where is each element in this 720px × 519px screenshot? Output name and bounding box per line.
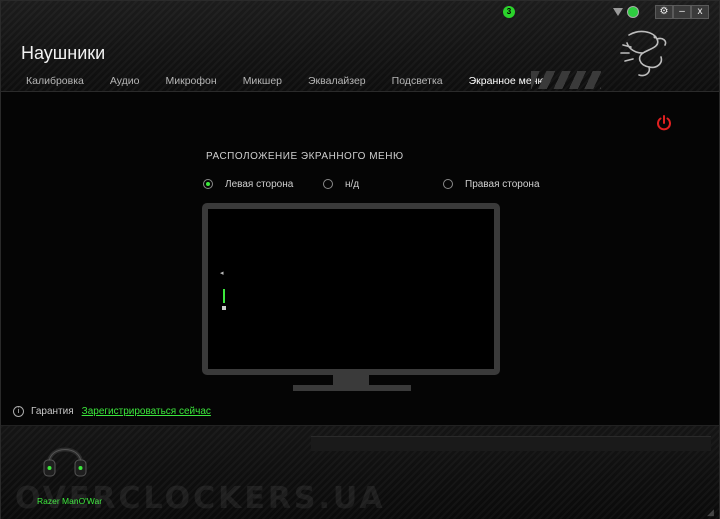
notification-badge[interactable]: 3 <box>503 6 515 18</box>
tab-microphone[interactable]: Микрофон <box>153 72 230 90</box>
monitor-base <box>293 385 411 391</box>
osd-level-bar <box>223 289 225 303</box>
radio-label: Правая сторона <box>465 178 540 190</box>
watermark: OVERCLOCKERS.UA <box>15 481 386 516</box>
razer-logo <box>620 30 667 77</box>
tab-equalizer[interactable]: Эквалайзер <box>295 72 379 90</box>
minimize-icon: – <box>679 6 685 17</box>
tab-lighting[interactable]: Подсветка <box>379 72 456 90</box>
warranty-row: i Гарантия Зарегистрироваться сейчас <box>13 405 211 417</box>
settings-button[interactable]: ⚙ <box>655 5 673 19</box>
osd-position-title: РАСПОЛОЖЕНИЕ ЭКРАННОГО МЕНЮ <box>206 151 404 162</box>
close-button[interactable]: x <box>691 5 709 19</box>
app-window: Наушники 3 ⚙ – x Калибровка Аудио Микроф… <box>0 0 720 519</box>
tab-audio[interactable]: Аудио <box>97 72 153 90</box>
radio-indicator[interactable] <box>323 179 333 189</box>
radio-indicator[interactable] <box>443 179 453 189</box>
tab-calibration[interactable]: Калибровка <box>13 72 97 90</box>
resize-grip[interactable]: ◢ <box>707 507 714 518</box>
warranty-label: Гарантия <box>31 405 74 417</box>
radio-indicator[interactable] <box>203 179 213 189</box>
footer-band <box>311 436 711 451</box>
minimize-button[interactable]: – <box>673 5 691 19</box>
radio-right-side[interactable]: Правая сторона <box>443 177 540 191</box>
tab-bar: Калибровка Аудио Микрофон Микшер Эквалай… <box>13 72 558 90</box>
power-icon[interactable] <box>655 114 673 132</box>
sync-icon[interactable] <box>627 6 639 18</box>
register-now-link[interactable]: Зарегистрироваться сейчас <box>82 406 211 417</box>
close-icon: x <box>697 6 703 17</box>
headset-icon[interactable] <box>41 433 89 481</box>
info-icon: i <box>13 405 24 417</box>
header: Наушники 3 ⚙ – x Калибровка Аудио Микроф… <box>1 1 719 92</box>
radio-na[interactable]: н/д <box>323 177 359 191</box>
gear-icon: ⚙ <box>659 6 669 17</box>
radio-left-side[interactable]: Левая сторона <box>203 177 293 191</box>
osd-volume-icon: ◂ <box>220 270 224 277</box>
monitor-preview <box>202 203 500 375</box>
page-title: Наушники <box>21 43 106 63</box>
radio-label: н/д <box>345 178 360 190</box>
tab-mixer[interactable]: Микшер <box>230 72 295 90</box>
radio-label: Левая сторона <box>225 178 294 190</box>
decorative-stripes <box>531 71 601 89</box>
monitor-stand <box>333 375 369 385</box>
dropdown-triangle-icon[interactable] <box>613 8 623 16</box>
osd-mic-icon <box>222 306 226 310</box>
